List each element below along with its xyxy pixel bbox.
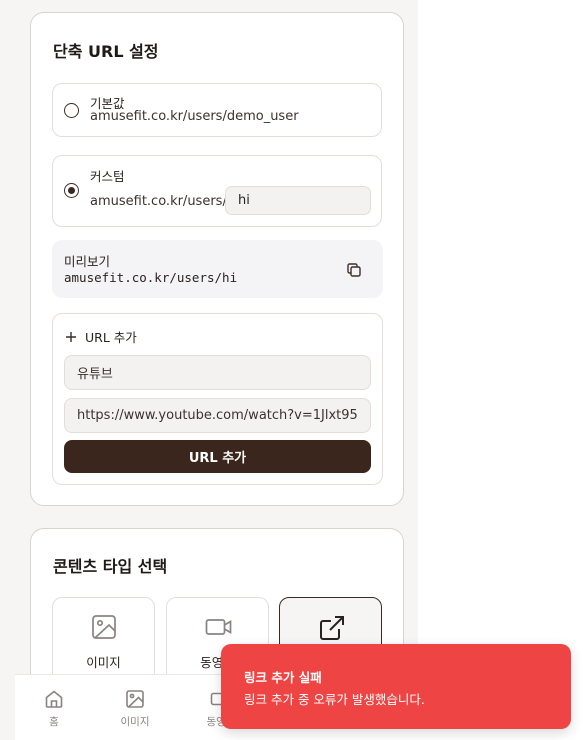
short-url-title: 단축 URL 설정 [53,42,159,61]
toast-message: 링크 추가 중 오류가 발생했습니다. [244,692,425,707]
image-icon [92,615,116,639]
main-column: 단축 URL 설정 기본값 amusefit.co.kr/users/demo_… [0,0,418,740]
default-option-url: amusefit.co.kr/users/demo_user [90,109,299,124]
nav-home-label: 홈 [49,716,59,728]
plus-icon [66,331,76,342]
home-icon [45,690,63,708]
image-icon [126,690,144,708]
custom-url-prefix: amusefit.co.kr/users/ [90,194,227,209]
add-url-header-label: URL 추가 [85,330,137,345]
nav-item-home[interactable]: 홈 [24,689,84,729]
default-url-option[interactable]: 기본값 amusefit.co.kr/users/demo_user [52,83,382,137]
custom-option-label: 커스텀 [90,169,125,184]
default-radio[interactable] [64,103,79,118]
type-tile-image-label: 이미지 [86,655,121,670]
preview-url: amusefit.co.kr/users/hi [64,270,238,285]
link-title-input[interactable] [64,355,371,390]
custom-slug-input[interactable] [225,186,371,215]
copy-icon[interactable] [345,261,363,279]
nav-item-image[interactable]: 이미지 [105,689,165,729]
custom-radio[interactable] [64,183,79,198]
custom-url-option[interactable]: 커스텀 amusefit.co.kr/users/ [52,155,382,227]
link-url-input[interactable] [64,398,371,433]
preview-label: 미리보기 [64,254,111,269]
error-toast[interactable]: 링크 추가 실패 링크 추가 중 오류가 발생했습니다. [221,644,571,729]
url-preview: 미리보기 amusefit.co.kr/users/hi [52,240,383,298]
toast-title: 링크 추가 실패 [244,670,322,685]
content-type-title: 콘텐츠 타입 선택 [53,557,168,576]
add-url-header: URL 추가 [65,327,137,346]
short-url-card: 단축 URL 설정 기본값 amusefit.co.kr/users/demo_… [30,12,404,506]
add-url-button[interactable]: URL 추가 [64,440,371,473]
add-url-section: URL 추가 URL 추가 [52,313,383,485]
nav-image-label: 이미지 [120,716,150,728]
video-icon [205,619,232,635]
external-link-icon [320,616,344,640]
